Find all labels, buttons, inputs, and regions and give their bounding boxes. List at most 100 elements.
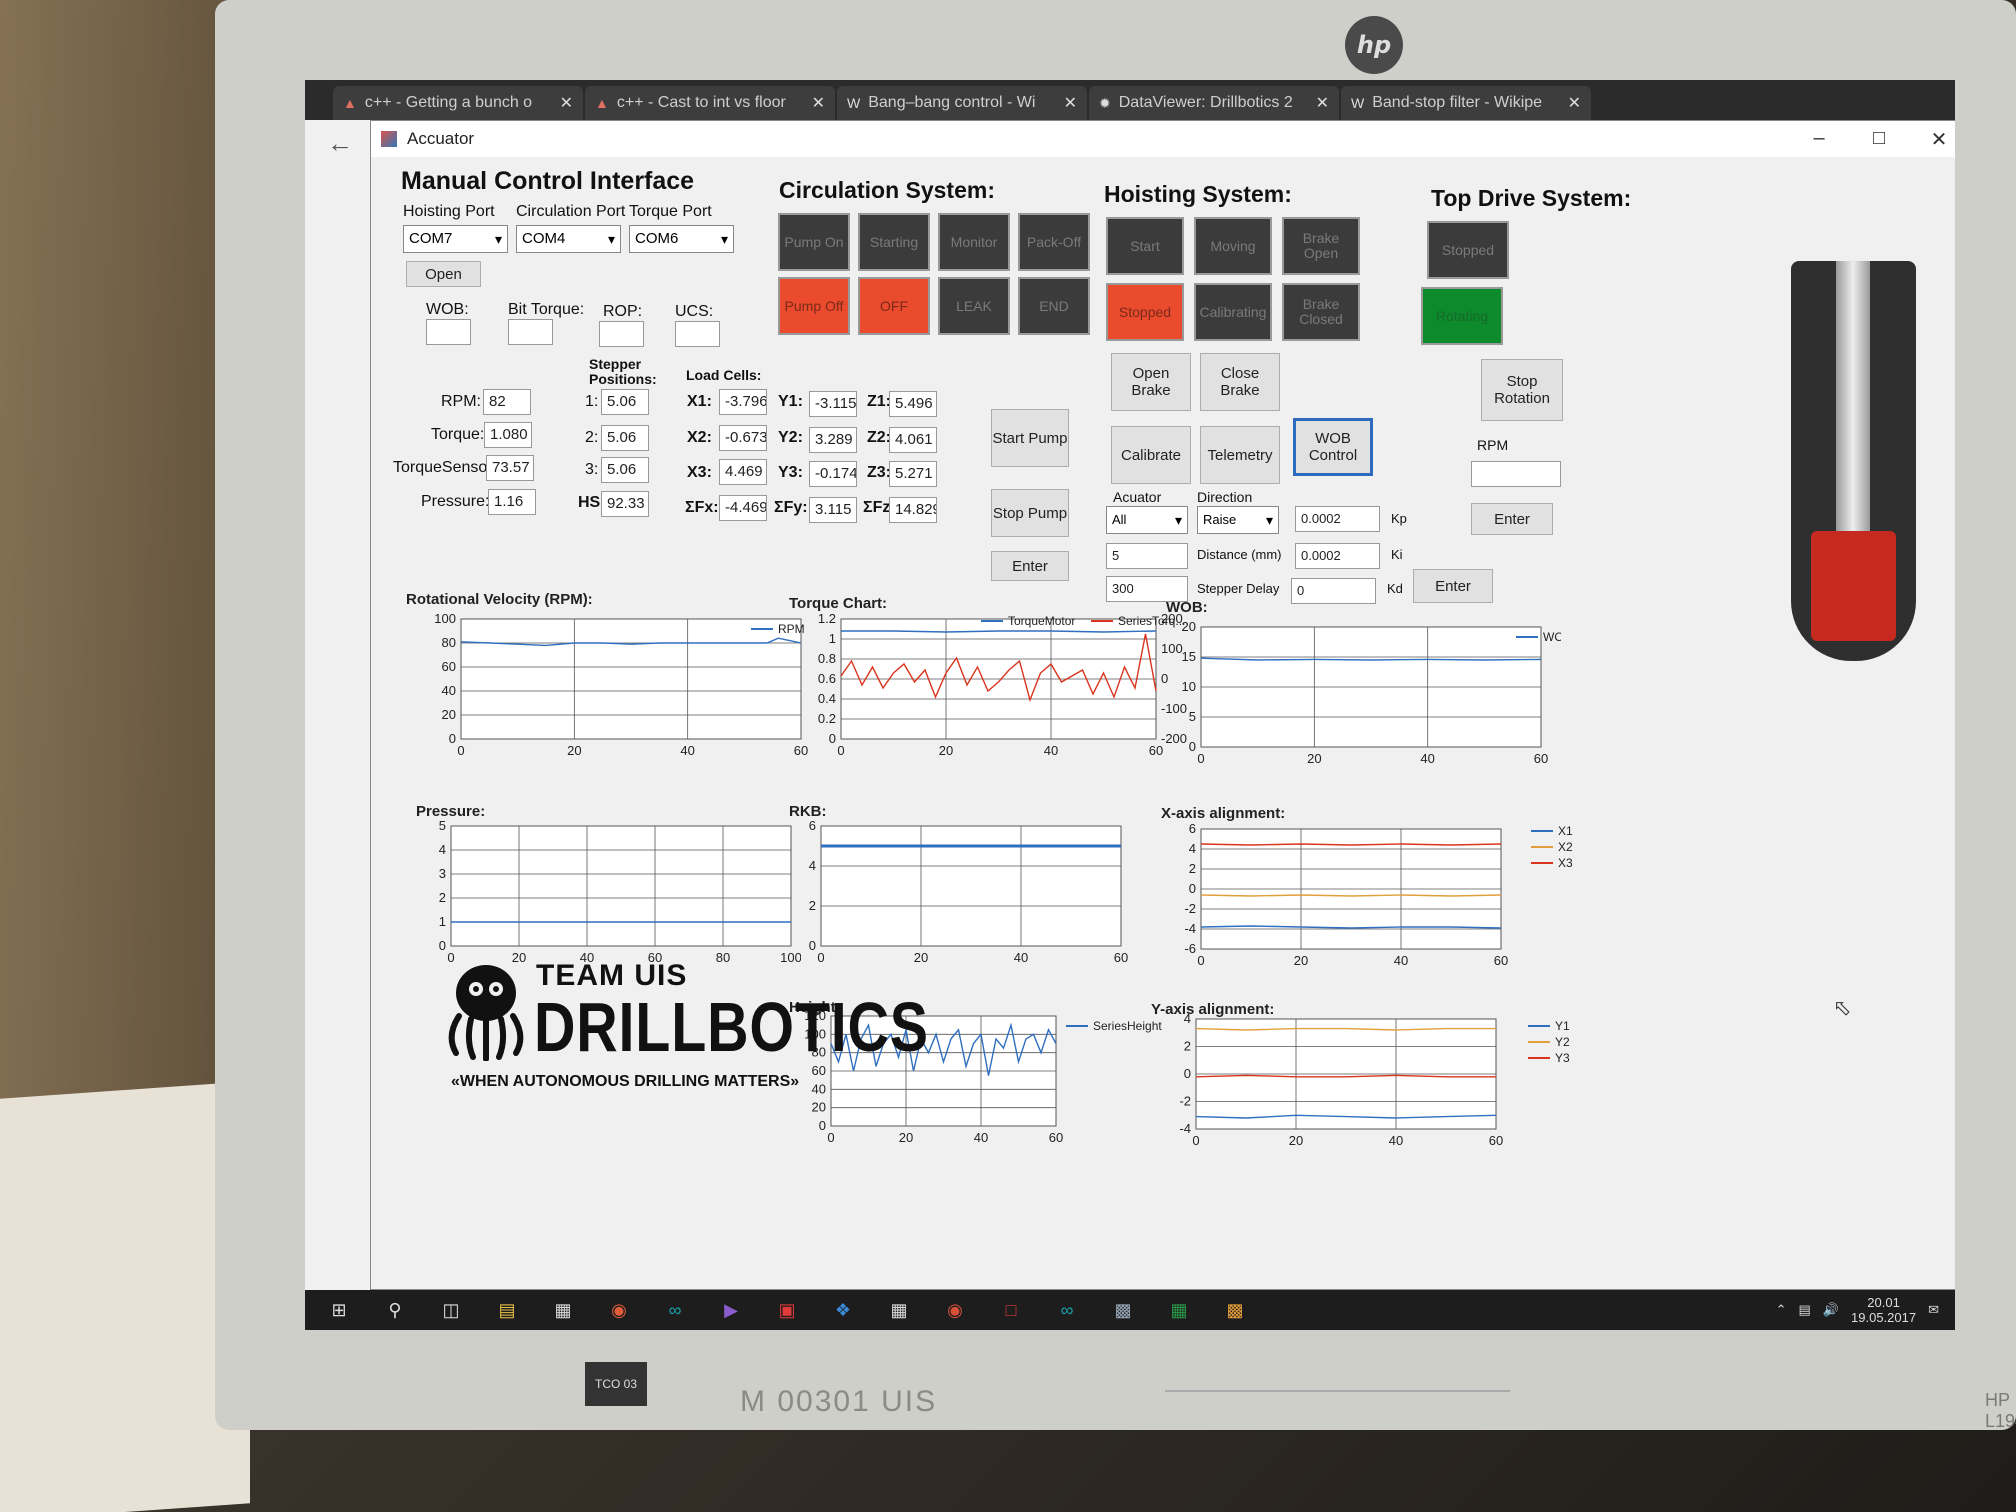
start-pump-button[interactable]: Start Pump bbox=[991, 409, 1069, 467]
chrome-icon[interactable]: ◉ bbox=[603, 1297, 635, 1323]
open-port-button[interactable]: Open bbox=[406, 261, 481, 287]
z1-field[interactable]: 5.496 bbox=[889, 391, 937, 417]
store-icon[interactable]: ▦ bbox=[547, 1297, 579, 1323]
legend-label: X2 bbox=[1558, 840, 1573, 854]
open-brake-button[interactable]: Open Brake bbox=[1111, 353, 1191, 411]
back-arrow-icon[interactable]: ← bbox=[327, 128, 353, 159]
app-generic-icon[interactable]: ▩ bbox=[1107, 1297, 1139, 1323]
top-drive-rpm-field[interactable] bbox=[1471, 461, 1561, 487]
direction-select[interactable]: Raise bbox=[1197, 506, 1279, 534]
circulation-title: Circulation System: bbox=[779, 177, 995, 203]
pressure-field[interactable]: 1.16 bbox=[488, 489, 536, 515]
z3-field[interactable]: 5.271 bbox=[889, 461, 937, 487]
maximize-icon[interactable]: □ bbox=[1849, 127, 1909, 152]
minimize-icon[interactable]: – bbox=[1789, 127, 1849, 152]
x-tick-label: 20 bbox=[1294, 953, 1308, 968]
torque-port-select[interactable]: COM6 bbox=[629, 225, 734, 253]
rop-field[interactable] bbox=[599, 321, 644, 347]
y3-field[interactable]: -0.174 bbox=[809, 461, 857, 487]
stop-rotation-button[interactable]: Stop Rotation bbox=[1481, 359, 1563, 421]
wob-control-button[interactable]: WOB Control bbox=[1293, 418, 1373, 476]
z2-field[interactable]: 4.061 bbox=[889, 427, 937, 453]
hs-field[interactable]: 92.33 bbox=[601, 491, 649, 517]
browser-tab-strip: ▲ c++ - Getting a bunch o ✕ ▲ c++ - Cast to… bbox=[305, 80, 1955, 120]
wob-field[interactable] bbox=[426, 319, 471, 345]
leak-indicator: LEAK bbox=[938, 277, 1010, 335]
visual-studio-icon[interactable]: ▶ bbox=[715, 1297, 747, 1323]
task-view-icon[interactable]: ◫ bbox=[435, 1297, 467, 1323]
app-red-icon[interactable]: ◉ bbox=[939, 1297, 971, 1323]
windows-start-icon[interactable]: ⊞ bbox=[323, 1297, 355, 1323]
y-tick-label: 0 bbox=[449, 731, 456, 746]
x3-label: X3: bbox=[687, 464, 712, 481]
hoisting-port-select[interactable]: COM7 bbox=[403, 225, 508, 253]
stepper-3-label: 3: bbox=[585, 461, 599, 478]
network-icon[interactable]: ▤ bbox=[1799, 1302, 1811, 1318]
stepper-1-field[interactable]: 5.06 bbox=[601, 389, 649, 415]
y2-field[interactable]: 3.289 bbox=[809, 427, 857, 453]
arduino-icon[interactable]: ∞ bbox=[1051, 1297, 1083, 1323]
sum-fy-field[interactable]: 3.115 bbox=[809, 497, 857, 523]
y-tick-label: 60 bbox=[442, 659, 456, 674]
browser-tab[interactable]: ✹ DataViewer: Drillbotics 2 ✕ bbox=[1089, 86, 1339, 120]
close-icon[interactable]: ✕ bbox=[812, 93, 825, 113]
bit-torque-field[interactable] bbox=[508, 319, 553, 345]
y-tick-label: 5 bbox=[439, 818, 446, 833]
torque-sensor-field[interactable]: 73.57 bbox=[486, 455, 534, 481]
x2-field[interactable]: -0.673 bbox=[719, 425, 767, 451]
close-icon[interactable]: ✕ bbox=[1909, 127, 1955, 152]
top-drive-enter-button[interactable]: Enter bbox=[1471, 503, 1553, 535]
ucs-field[interactable] bbox=[675, 321, 720, 347]
kp-field[interactable]: 0.0002 bbox=[1295, 506, 1380, 532]
sum-fx-field[interactable]: -4.469 bbox=[719, 495, 767, 521]
stepper-2-field[interactable]: 5.06 bbox=[601, 425, 649, 451]
kd-field[interactable]: 0 bbox=[1291, 578, 1376, 604]
hoisting-enter-button[interactable]: Enter bbox=[1413, 569, 1493, 603]
x3-field[interactable]: 4.469 bbox=[719, 459, 767, 485]
chevron-up-icon[interactable]: ⌃ bbox=[1776, 1302, 1787, 1318]
torque-field[interactable]: 1.080 bbox=[484, 422, 532, 448]
stepper-3-field[interactable]: 5.06 bbox=[601, 457, 649, 483]
y1-label: Y1: bbox=[778, 393, 803, 410]
close-icon[interactable]: ✕ bbox=[1064, 93, 1077, 113]
volume-icon[interactable]: 🔊 bbox=[1823, 1302, 1839, 1318]
app-tam-icon[interactable]: ▣ bbox=[771, 1297, 803, 1323]
accuator-app-icon[interactable]: ▩ bbox=[1219, 1297, 1251, 1323]
calibrate-button[interactable]: Calibrate bbox=[1111, 426, 1191, 484]
search-icon[interactable]: ⚲ bbox=[379, 1297, 411, 1323]
y-tick-label: 4 bbox=[1184, 1014, 1191, 1026]
sum-fz-field[interactable]: 14.829 bbox=[889, 497, 937, 523]
ki-label: Ki bbox=[1391, 547, 1403, 562]
excel-icon[interactable]: ▦ bbox=[1163, 1297, 1195, 1323]
close-brake-button[interactable]: Close Brake bbox=[1200, 353, 1280, 411]
circulation-port-select[interactable]: COM4 bbox=[516, 225, 621, 253]
stop-pump-button[interactable]: Stop Pump bbox=[991, 489, 1069, 537]
y1-field[interactable]: -3.115 bbox=[809, 391, 857, 417]
pdf-icon[interactable]: □ bbox=[995, 1297, 1027, 1323]
rpm-field[interactable]: 82 bbox=[483, 389, 531, 415]
x1-field[interactable]: -3.796 bbox=[719, 389, 767, 415]
clock-date: 19.05.2017 bbox=[1851, 1310, 1917, 1325]
browser-tab[interactable]: W Bang–bang control - Wi ✕ bbox=[837, 86, 1087, 120]
ki-field[interactable]: 0.0002 bbox=[1295, 543, 1380, 569]
acuator-select[interactable]: All bbox=[1106, 506, 1188, 534]
browser-tab[interactable]: ▲ c++ - Getting a bunch o ✕ bbox=[333, 86, 583, 120]
close-icon[interactable]: ✕ bbox=[560, 93, 573, 113]
notifications-icon[interactable]: ✉ bbox=[1928, 1302, 1939, 1318]
y-tick-label: -4 bbox=[1179, 1121, 1191, 1136]
clock[interactable]: 20.01 19.05.2017 bbox=[1851, 1295, 1916, 1325]
y-tick-label: 4 bbox=[809, 858, 816, 873]
calculator-icon[interactable]: ▦ bbox=[883, 1297, 915, 1323]
close-icon[interactable]: ✕ bbox=[1568, 93, 1581, 113]
close-icon[interactable]: ✕ bbox=[1316, 93, 1329, 113]
y-tick-label: 4 bbox=[439, 842, 446, 857]
distance-field[interactable]: 5 bbox=[1106, 543, 1188, 569]
browser-tab[interactable]: ▲ c++ - Cast to int vs floor ✕ bbox=[585, 86, 835, 120]
file-explorer-icon[interactable]: ▤ bbox=[491, 1297, 523, 1323]
arduino-icon[interactable]: ∞ bbox=[659, 1297, 691, 1323]
dropbox-icon[interactable]: ❖ bbox=[827, 1297, 859, 1323]
browser-tab[interactable]: W Band-stop filter - Wikipe ✕ bbox=[1341, 86, 1591, 120]
circulation-enter-button[interactable]: Enter bbox=[991, 551, 1069, 581]
telemetry-button[interactable]: Telemetry bbox=[1200, 426, 1280, 484]
monitor-buttons[interactable] bbox=[1165, 1390, 1510, 1404]
